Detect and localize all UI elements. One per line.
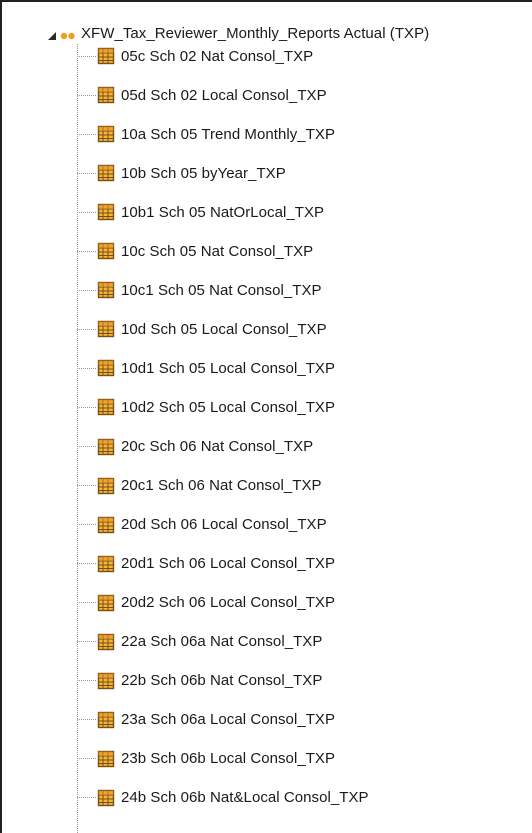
tree-branch-line <box>77 367 96 369</box>
tree-item-label: 10d Sch 05 Local Consol_TXP <box>121 320 327 338</box>
tree-item-label: 20d2 Sch 06 Local Consol_TXP <box>121 594 336 612</box>
tree-item-label: 20d1 Sch 06 Local Consol_TXP <box>121 555 336 573</box>
tree-item-label: 20d Sch 06 Local Consol_TXP <box>121 516 327 534</box>
cube-view-icon <box>97 711 115 729</box>
tree-branch-line <box>77 524 96 526</box>
tree-item-label: 10d1 Sch 05 Local Consol_TXP <box>121 359 336 377</box>
tree-item[interactable]: 24b Sch 06b Nat&Local Consol_TXP <box>77 786 369 810</box>
cube-view-icon <box>97 47 115 65</box>
tree-item-label: 10d2 Sch 05 Local Consol_TXP <box>121 398 336 416</box>
tree-panel: XFW_Tax_Reviewer_Monthly_Reports Actual … <box>0 0 532 833</box>
tree-item-label: 10b Sch 05 byYear_TXP <box>121 164 286 182</box>
tree-item[interactable]: 20c1 Sch 06 Nat Consol_TXP <box>77 474 322 498</box>
cube-view-icon <box>97 477 115 495</box>
cube-view-icon <box>97 750 115 768</box>
tree-item[interactable]: 22b Sch 06b Nat Consol_TXP <box>77 669 322 693</box>
tree-item[interactable]: 05d Sch 02 Local Consol_TXP <box>77 83 327 107</box>
tree-branch-line <box>77 172 96 174</box>
tree-branch-line <box>77 94 96 96</box>
tree-item-label: 05d Sch 02 Local Consol_TXP <box>121 86 327 104</box>
collapse-triangle-icon[interactable] <box>47 28 57 40</box>
tree-item-label: 23a Sch 06a Local Consol_TXP <box>121 711 336 729</box>
tree-branch-line <box>77 328 96 330</box>
tree-branch-line <box>77 289 96 291</box>
tree-item[interactable]: 05c Sch 02 Nat Consol_TXP <box>77 44 313 68</box>
tree-branch-line <box>77 680 96 682</box>
tree-item[interactable]: 10d2 Sch 05 Local Consol_TXP <box>77 395 335 419</box>
tree-item[interactable]: 10c1 Sch 05 Nat Consol_TXP <box>77 278 322 302</box>
cube-view-icon <box>97 438 115 456</box>
tree-item-label: 05c Sch 02 Nat Consol_TXP <box>121 47 314 65</box>
tree-item[interactable]: 23b Sch 06b Local Consol_TXP <box>77 747 335 771</box>
tree-branch-line <box>77 758 96 760</box>
tree-item-label: 23b Sch 06b Local Consol_TXP <box>121 750 336 768</box>
tree-item[interactable]: 23a Sch 06a Local Consol_TXP <box>77 708 335 732</box>
tree-item[interactable]: 20d Sch 06 Local Consol_TXP <box>77 513 327 537</box>
tree-branch-line <box>77 563 96 565</box>
tree-item-label: 10a Sch 05 Trend Monthly_TXP <box>121 125 336 143</box>
tree-item-label: 20c Sch 06 Nat Consol_TXP <box>121 438 314 455</box>
cube-view-icon <box>97 281 115 299</box>
tree-item-label: 24b Sch 06b Nat&Local Consol_TXP <box>121 789 369 807</box>
tree-root-label: XFW_Tax_Reviewer_Monthly_Reports Actual … <box>81 24 430 42</box>
tree-root-node[interactable]: XFW_Tax_Reviewer_Monthly_Reports Actual … <box>47 23 429 43</box>
cube-group-icon <box>60 28 76 40</box>
cube-view-icon <box>97 320 115 338</box>
tree-item[interactable]: 20c Sch 06 Nat Consol_TXP <box>77 435 313 459</box>
cube-view-icon <box>97 633 115 651</box>
cube-view-icon <box>97 359 115 377</box>
cube-view-icon <box>97 516 115 534</box>
tree-item[interactable]: 20d1 Sch 06 Local Consol_TXP <box>77 552 335 576</box>
cube-view-icon <box>97 125 115 143</box>
cube-view-icon <box>97 672 115 690</box>
tree-item[interactable]: 10d Sch 05 Local Consol_TXP <box>77 317 327 341</box>
cube-view-icon <box>97 242 115 260</box>
tree-item-label: 22a Sch 06a Nat Consol_TXP <box>121 633 323 651</box>
tree-item-label: 10c Sch 05 Nat Consol_TXP <box>121 242 314 260</box>
tree-branch-line <box>77 641 96 643</box>
tree-item-label: 10c1 Sch 05 Nat Consol_TXP <box>121 281 322 299</box>
tree-item-label: 20c1 Sch 06 Nat Consol_TXP <box>121 477 322 495</box>
cube-view-icon <box>97 164 115 182</box>
cube-view-icon <box>97 203 115 221</box>
tree-branch-line <box>77 406 96 408</box>
cube-view-icon <box>97 789 115 807</box>
tree-item[interactable]: 20d2 Sch 06 Local Consol_TXP <box>77 591 335 615</box>
tree-branch-line <box>77 55 96 57</box>
tree-item[interactable]: 10b Sch 05 byYear_TXP <box>77 161 286 185</box>
tree-item[interactable]: 22a Sch 06a Nat Consol_TXP <box>77 630 322 654</box>
cube-view-icon <box>97 86 115 104</box>
tree-branch-line <box>77 719 96 721</box>
tree-item-label: 10b1 Sch 05 NatOrLocal_TXP <box>121 203 325 221</box>
cube-view-icon <box>97 594 115 612</box>
tree-branch-line <box>77 446 96 447</box>
tree-branch-line <box>77 211 96 213</box>
tree-item-label: 22b Sch 06b Nat Consol_TXP <box>121 672 323 690</box>
tree-item[interactable]: 10b1 Sch 05 NatOrLocal_TXP <box>77 200 324 224</box>
tree-branch-line <box>77 250 96 252</box>
cube-view-icon <box>97 555 115 573</box>
tree-branch-line <box>77 797 96 799</box>
tree-item[interactable]: 10d1 Sch 05 Local Consol_TXP <box>77 356 335 380</box>
tree-branch-line <box>77 602 96 604</box>
tree-item[interactable]: 10c Sch 05 Nat Consol_TXP <box>77 239 313 263</box>
tree-item[interactable]: 10a Sch 05 Trend Monthly_TXP <box>77 122 335 146</box>
tree-branch-line <box>77 133 96 135</box>
cube-view-icon <box>97 398 115 416</box>
tree-branch-line <box>77 485 96 487</box>
